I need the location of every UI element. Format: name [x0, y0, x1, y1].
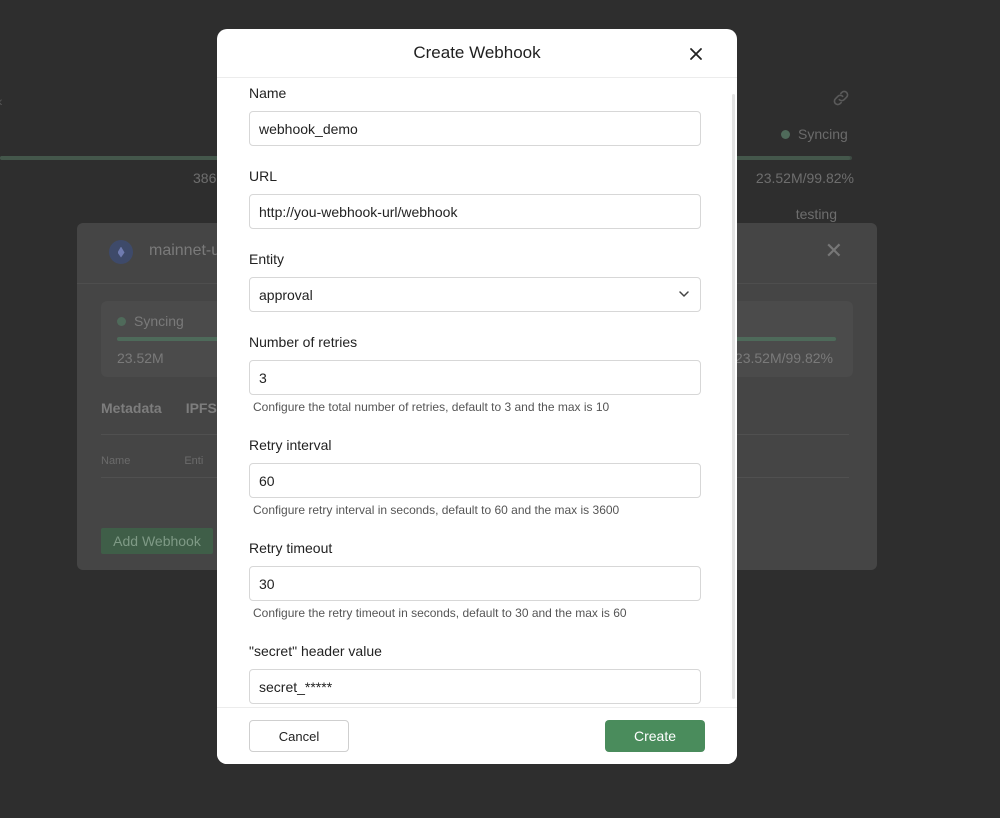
- modal-body: Name webhook_demo URL http://you-webhook…: [217, 79, 737, 707]
- modal-footer: Cancel Create: [217, 707, 737, 764]
- status-dot: [117, 316, 126, 326]
- name-field-group: Name webhook_demo: [249, 83, 701, 146]
- retry-interval-field-group: Retry interval 60 Configure retry interv…: [249, 435, 701, 517]
- tab-ipfs[interactable]: IPFS: [186, 400, 217, 416]
- retry-timeout-input[interactable]: 30: [249, 566, 701, 601]
- cancel-button[interactable]: Cancel: [249, 720, 349, 752]
- sync-status: Syncing: [781, 126, 848, 142]
- sync-status-label: Syncing: [798, 126, 848, 142]
- entity-field-group: Entity approval: [249, 249, 701, 312]
- chevron-down-icon: [679, 291, 689, 297]
- modal-scrollbar[interactable]: [732, 94, 735, 699]
- retries-help-text: Configure the total number of retries, d…: [253, 400, 610, 414]
- sync-progress-text: 23.52M/99.82%: [755, 170, 854, 186]
- name-input[interactable]: webhook_demo: [249, 111, 701, 146]
- retries-input[interactable]: 3: [249, 360, 701, 395]
- retry-timeout-label: Retry timeout: [249, 540, 333, 556]
- secret-label: "secret" header value: [249, 643, 382, 659]
- panel-title: mainnet-u: [149, 242, 221, 259]
- panel-tabs: Metadata IPFS: [101, 400, 217, 416]
- tab-metadata[interactable]: Metadata: [101, 400, 162, 416]
- url-field-group: URL http://you-webhook-url/webhook: [249, 166, 701, 229]
- webhook-table-header: Name Enti: [101, 455, 203, 467]
- entity-label: Entity: [249, 251, 285, 267]
- secret-input[interactable]: secret_*****: [249, 669, 701, 704]
- entity-select[interactable]: approval: [249, 277, 701, 312]
- retry-interval-input[interactable]: 60: [249, 463, 701, 498]
- modal-header: Create Webhook: [217, 29, 737, 78]
- ethereum-logo-icon: [109, 240, 133, 264]
- name-label: Name: [249, 85, 287, 101]
- create-webhook-modal: Create Webhook Name webhook_demo URL htt…: [217, 29, 737, 764]
- url-label: URL: [249, 168, 278, 184]
- retry-interval-label: Retry interval: [249, 437, 332, 453]
- link-icon: [833, 90, 849, 106]
- add-webhook-button[interactable]: Add Webhook: [101, 528, 213, 554]
- chevron-left-icon: ‹: [0, 93, 3, 109]
- retry-timeout-help-text: Configure the retry timeout in seconds, …: [253, 606, 627, 620]
- close-icon[interactable]: [688, 46, 704, 62]
- entity-select-value: approval: [259, 286, 313, 303]
- card-block-number: 23.52M: [117, 350, 164, 366]
- url-input[interactable]: http://you-webhook-url/webhook: [249, 194, 701, 229]
- status-dot: [781, 129, 790, 139]
- column-header-name: Name: [101, 455, 131, 467]
- column-header-entity: Enti: [184, 455, 204, 467]
- card-sync-status: Syncing: [117, 313, 184, 329]
- retries-label: Number of retries: [249, 334, 358, 350]
- create-button[interactable]: Create: [605, 720, 705, 752]
- block-number: 386: [193, 170, 217, 186]
- network-label: testing: [795, 206, 837, 222]
- retry-interval-help-text: Configure retry interval in seconds, def…: [253, 503, 620, 517]
- retry-timeout-field-group: Retry timeout 30 Configure the retry tim…: [249, 538, 701, 620]
- modal-title: Create Webhook: [413, 43, 541, 62]
- secret-field-group: "secret" header value secret_*****: [249, 641, 701, 704]
- card-sync-status-label: Syncing: [134, 313, 184, 329]
- retries-field-group: Number of retries 3 Configure the total …: [249, 332, 701, 414]
- card-progress-text: 23.52M/99.82%: [734, 350, 833, 366]
- close-icon[interactable]: ✕: [825, 240, 843, 262]
